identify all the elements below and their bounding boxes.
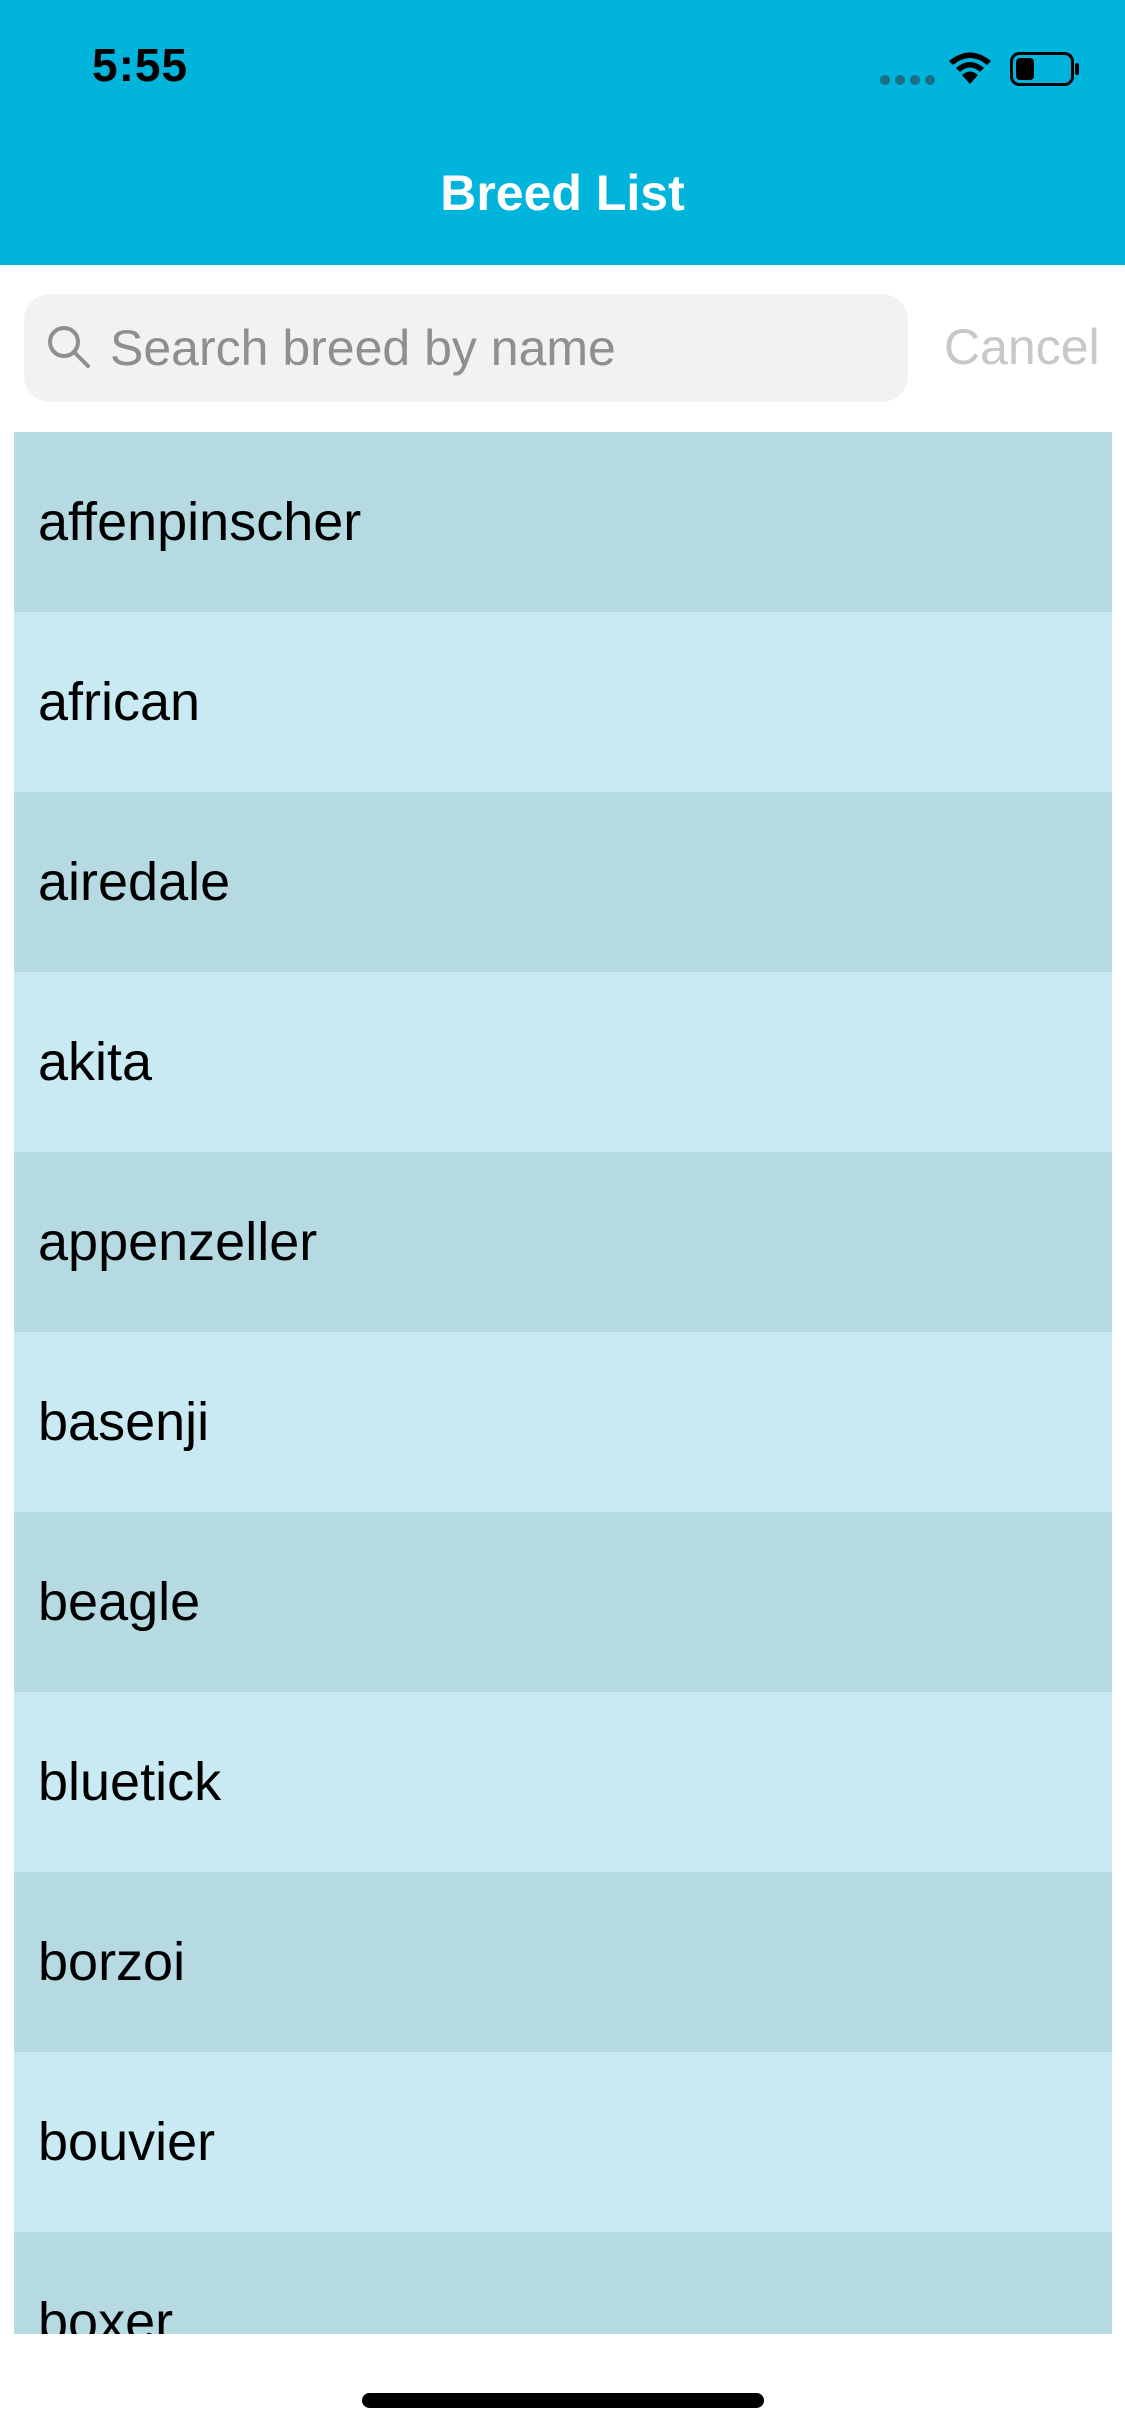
breed-name: beagle <box>38 1572 201 1632</box>
list-item[interactable]: airedale <box>14 792 1112 972</box>
list-item[interactable]: boxer <box>14 2232 1112 2334</box>
list-item[interactable]: akita <box>14 972 1112 1152</box>
cancel-button[interactable]: Cancel <box>944 318 1100 376</box>
breed-name: airedale <box>38 852 231 912</box>
breed-name: boxer <box>38 2292 174 2334</box>
page-title: Breed List <box>440 165 685 221</box>
breed-name: bluetick <box>38 1752 222 1812</box>
search-icon <box>48 326 90 368</box>
list-item[interactable]: affenpinscher <box>14 432 1112 612</box>
search-input[interactable] <box>110 294 890 402</box>
breed-name: basenji <box>38 1392 210 1452</box>
status-time: 5:55 <box>92 39 189 91</box>
breed-name: borzoi <box>38 1932 186 1992</box>
list-item[interactable]: bouvier <box>14 2052 1112 2232</box>
home-indicator[interactable] <box>362 2393 764 2408</box>
list-item[interactable]: beagle <box>14 1512 1112 1692</box>
list-item[interactable]: borzoi <box>14 1872 1112 2052</box>
wifi-icon <box>949 52 991 84</box>
cellular-signal-icon <box>880 75 936 87</box>
list-item[interactable]: african <box>14 612 1112 792</box>
app-header: 5:55 Breed List <box>0 0 1125 265</box>
breed-list[interactable]: affenpinscher african airedale akita appenze… <box>14 432 1112 2334</box>
list-item[interactable]: bluetick <box>14 1692 1112 1872</box>
breed-name: african <box>38 672 201 732</box>
breed-name: appenzeller <box>38 1212 318 1272</box>
search-bar[interactable] <box>24 294 908 402</box>
list-item[interactable]: basenji <box>14 1332 1112 1512</box>
breed-name: affenpinscher <box>38 492 362 552</box>
breed-name: akita <box>38 1032 153 1092</box>
breed-name: bouvier <box>38 2112 216 2172</box>
battery-icon <box>1010 52 1079 86</box>
list-item[interactable]: appenzeller <box>14 1152 1112 1332</box>
